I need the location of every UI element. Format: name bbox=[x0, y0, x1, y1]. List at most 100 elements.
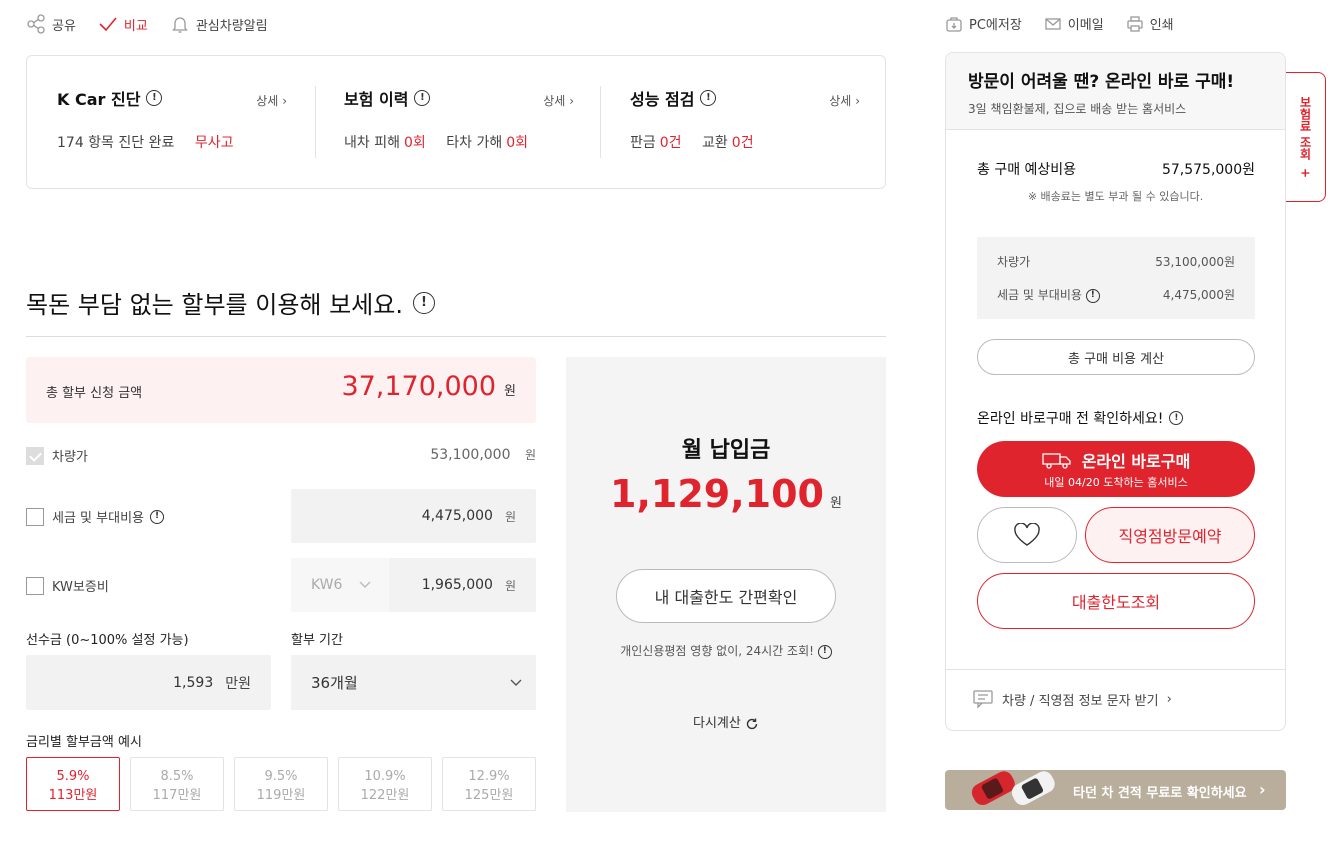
installment-heading: 목돈 부담 없는 할부를 이용해 보세요. ! bbox=[26, 285, 435, 320]
rate-option[interactable]: 12.9% 125만원 bbox=[442, 757, 536, 811]
rate-options: 5.9% 113만원 8.5% 117만원 9.5% 119만원 10.9% 122만원… bbox=[26, 757, 536, 811]
inspection-detail-link[interactable]: 상세 › bbox=[829, 92, 860, 109]
rate-option[interactable]: 10.9% 122만원 bbox=[338, 757, 432, 811]
loan-limit-check-button[interactable]: 내 대출한도 간편확인 bbox=[616, 569, 836, 623]
kw-select[interactable]: KW6 bbox=[291, 558, 389, 612]
unit-label: 원 bbox=[830, 496, 842, 511]
save-icon bbox=[946, 16, 962, 32]
check-icon bbox=[99, 17, 117, 32]
rate-option[interactable]: 9.5% 119만원 bbox=[234, 757, 328, 811]
info-icon[interactable]: ! bbox=[150, 509, 164, 524]
wishlist-button[interactable] bbox=[977, 507, 1077, 563]
total-installment-box: 총 할부 신청 금액 37,170,000 원 bbox=[26, 357, 536, 423]
info-icon[interactable]: ! bbox=[146, 90, 163, 106]
top-actions: 공유 비교 관심차량알림 bbox=[26, 14, 268, 34]
info-icon[interactable]: ! bbox=[817, 644, 832, 659]
kw-row: KW보증비 bbox=[26, 576, 109, 595]
down-payment-value: 1,593 bbox=[173, 674, 214, 691]
recalculate-button[interactable]: 다시계산 bbox=[566, 712, 886, 731]
info-icon[interactable]: ! bbox=[412, 291, 435, 314]
online-buy-button[interactable]: 온라인 바로구매 내일 04/20 도착하는 홈서비스 bbox=[977, 441, 1255, 497]
plus-icon: + bbox=[1298, 168, 1313, 179]
replace-label: 교환 bbox=[702, 135, 728, 151]
insurance-title: 보험 이력 bbox=[344, 90, 409, 109]
rate-amount: 119만원 bbox=[256, 788, 306, 803]
monthly-value: 1,129,100 bbox=[610, 472, 824, 516]
monthly-title: 월 납입금 bbox=[681, 438, 771, 463]
chevron-right-icon: › bbox=[1259, 780, 1266, 799]
purchase-header: 방문이 어려울 땐? 온라인 바로 구매! 3일 책임환불제, 집으로 배송 받… bbox=[946, 53, 1285, 130]
save-pc-button[interactable]: PC에저장 bbox=[945, 14, 1022, 33]
share-label: 공유 bbox=[52, 18, 76, 34]
insurance-history: 보험 이력! 상세 › 내차 피해 0회 타차 가해 0회 bbox=[344, 86, 574, 152]
refresh-icon bbox=[746, 718, 758, 729]
term-select[interactable]: 36개월 bbox=[291, 655, 536, 710]
panel-label: 판금 bbox=[630, 135, 656, 151]
heart-icon bbox=[1014, 523, 1040, 546]
other-damage-value: 0회 bbox=[506, 135, 529, 151]
tax-label: 세금 및 부대비용 bbox=[52, 511, 144, 526]
insurance-quote-tab[interactable]: 보험료 조회 + bbox=[1286, 72, 1326, 202]
insurance-detail-link[interactable]: 상세 › bbox=[543, 92, 574, 109]
rates-label: 금리별 할부금액 예시 bbox=[26, 735, 142, 750]
purchase-header-sub: 3일 책임환불제, 집으로 배송 받는 홈서비스 bbox=[968, 102, 1187, 116]
info-icon[interactable]: ! bbox=[1085, 288, 1100, 303]
chevron-right-icon: › bbox=[1166, 691, 1172, 707]
email-label: 이메일 bbox=[1067, 18, 1104, 33]
breakdown-tax-row: 세금 및 부대비용 ! 4,475,000원 bbox=[997, 286, 1235, 303]
save-label: PC에저장 bbox=[969, 18, 1022, 33]
rate-percent: 5.9% bbox=[56, 769, 90, 784]
print-label: 인쇄 bbox=[1149, 18, 1174, 33]
sms-link-label: 차량 / 직영점 정보 문자 받기 bbox=[1002, 693, 1159, 709]
rate-amount: 113만원 bbox=[48, 788, 98, 803]
kw-checkbox[interactable] bbox=[26, 576, 44, 595]
detail-label: 상세 bbox=[829, 94, 852, 108]
rate-percent: 12.9% bbox=[468, 769, 510, 784]
detail-label: 상세 bbox=[256, 94, 279, 108]
down-payment-input[interactable]: 1,593 만원 bbox=[26, 655, 271, 710]
rate-percent: 8.5% bbox=[160, 769, 194, 784]
heading-divider bbox=[26, 336, 886, 337]
breakdown-tax-value: 4,475,000원 bbox=[1162, 288, 1235, 302]
kcar-detail-link[interactable]: 상세 › bbox=[256, 92, 287, 109]
chevron-right-icon: › bbox=[282, 94, 287, 108]
tax-value: 4,475,000 bbox=[421, 508, 493, 524]
kw-option: KW6 bbox=[311, 577, 343, 593]
email-button[interactable]: 이메일 bbox=[1044, 14, 1104, 33]
compare-button[interactable]: 비교 bbox=[98, 14, 148, 34]
kw-label: KW보증비 bbox=[52, 580, 109, 595]
rate-option[interactable]: 8.5% 117만원 bbox=[130, 757, 224, 811]
purchase-panel: 방문이 어려울 땐? 온라인 바로 구매! 3일 책임환불제, 집으로 배송 받… bbox=[945, 52, 1286, 731]
total-cost-value: 57,575,000원 bbox=[1161, 162, 1255, 178]
divider bbox=[946, 669, 1285, 670]
info-icon[interactable]: ! bbox=[1169, 411, 1184, 425]
tax-row: 세금 및 부대비용 ! bbox=[26, 507, 164, 526]
unit-label: 원 bbox=[524, 448, 536, 462]
rate-amount: 117만원 bbox=[152, 788, 202, 803]
car-price-checkbox bbox=[26, 446, 44, 465]
unit-label: 원 bbox=[504, 384, 516, 399]
down-payment-label: 선수금 (0~100% 설정 가능) bbox=[26, 633, 189, 648]
loan-limit-button[interactable]: 대출한도조회 bbox=[977, 573, 1255, 629]
visit-reservation-button[interactable]: 직영점방문예약 bbox=[1085, 507, 1255, 563]
info-icon[interactable]: ! bbox=[414, 90, 431, 106]
divider bbox=[315, 86, 316, 158]
car-price-value: 53,100,000 bbox=[430, 447, 511, 463]
alert-button[interactable]: 관심차량알림 bbox=[170, 14, 268, 34]
rate-amount: 122만원 bbox=[360, 788, 410, 803]
own-damage-label: 내차 피해 bbox=[344, 135, 400, 151]
print-button[interactable]: 인쇄 bbox=[1126, 14, 1174, 33]
truck-icon bbox=[1042, 453, 1071, 469]
banner-text: 타던 차 견적 무료로 확인하세요 bbox=[1073, 786, 1247, 801]
term-value: 36개월 bbox=[311, 674, 358, 692]
rate-option[interactable]: 5.9% 113만원 bbox=[26, 757, 120, 811]
tax-checkbox[interactable] bbox=[26, 507, 44, 526]
info-icon[interactable]: ! bbox=[700, 90, 717, 106]
calc-total-cost-button[interactable]: 총 구매 비용 계산 bbox=[977, 339, 1255, 375]
sms-info-link[interactable]: 차량 / 직영점 정보 문자 받기 › bbox=[972, 689, 1172, 709]
inspection-title: 성능 점검 bbox=[630, 90, 695, 109]
trade-in-banner[interactable]: 타던 차 견적 무료로 확인하세요 › bbox=[945, 770, 1286, 810]
share-button[interactable]: 공유 bbox=[26, 14, 76, 34]
purchase-header-title: 방문이 어려울 땐? 온라인 바로 구매! bbox=[968, 72, 1235, 92]
other-damage-label: 타차 가해 bbox=[446, 135, 503, 151]
